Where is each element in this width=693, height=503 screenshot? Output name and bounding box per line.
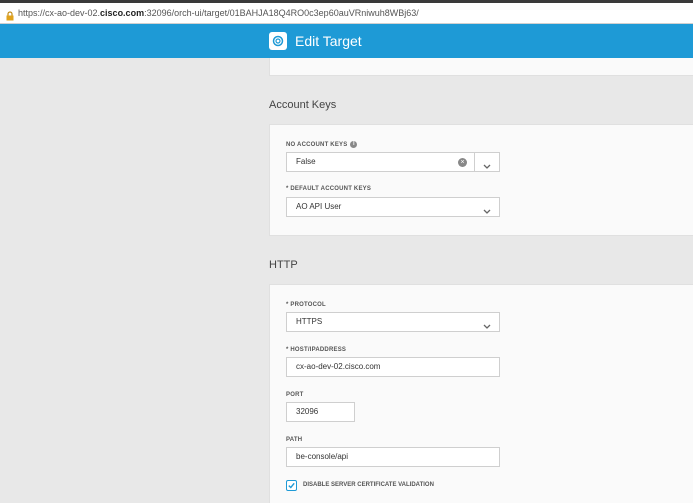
no-account-keys-label: NO ACCOUNT KEYS i <box>286 141 358 148</box>
path-label: PATH <box>286 437 303 443</box>
protocol-value: HTTPS <box>296 317 323 326</box>
previous-section-card <box>269 58 693 76</box>
select-divider <box>474 153 475 171</box>
address-bar[interactable]: https://cx-ao-dev-02.cisco.com:32096/orc… <box>0 3 693 24</box>
protocol-label: * PROTOCOL <box>286 302 326 308</box>
default-account-keys-select[interactable]: AO API User <box>286 197 500 217</box>
default-account-keys-value: AO API User <box>296 202 342 211</box>
path-value: be-console/api <box>296 452 349 461</box>
port-value: 32096 <box>296 407 319 416</box>
no-account-keys-select[interactable]: False × <box>286 152 500 172</box>
target-settings-icon <box>269 32 287 50</box>
lock-icon <box>5 8 15 21</box>
host-label: * HOST/IPADDRESS <box>286 347 347 353</box>
port-input[interactable]: 32096 <box>286 402 355 422</box>
page-header: Edit Target <box>0 24 693 58</box>
page-title: Edit Target <box>295 33 362 49</box>
clear-icon[interactable]: × <box>458 158 467 167</box>
section-title-account-keys: Account Keys <box>269 99 337 111</box>
protocol-select[interactable]: HTTPS <box>286 312 500 332</box>
disable-cert-validation-label: DISABLE SERVER CERTIFICATE VALIDATION <box>303 482 434 488</box>
host-value: cx-ao-dev-02.cisco.com <box>296 362 381 371</box>
disable-cert-validation-checkbox[interactable] <box>286 480 297 491</box>
host-input[interactable]: cx-ao-dev-02.cisco.com <box>286 357 500 377</box>
port-label: PORT <box>286 392 304 398</box>
chevron-down-icon[interactable] <box>483 319 491 337</box>
chevron-down-icon[interactable] <box>483 159 491 177</box>
chevron-down-icon[interactable] <box>483 204 491 222</box>
address-url: https://cx-ao-dev-02.cisco.com:32096/orc… <box>18 8 419 18</box>
path-input[interactable]: be-console/api <box>286 447 500 467</box>
section-title-http: HTTP <box>269 259 298 271</box>
info-icon[interactable]: i <box>350 141 358 148</box>
default-account-keys-label: * DEFAULT ACCOUNT KEYS <box>286 186 372 192</box>
no-account-keys-value: False <box>296 157 316 166</box>
